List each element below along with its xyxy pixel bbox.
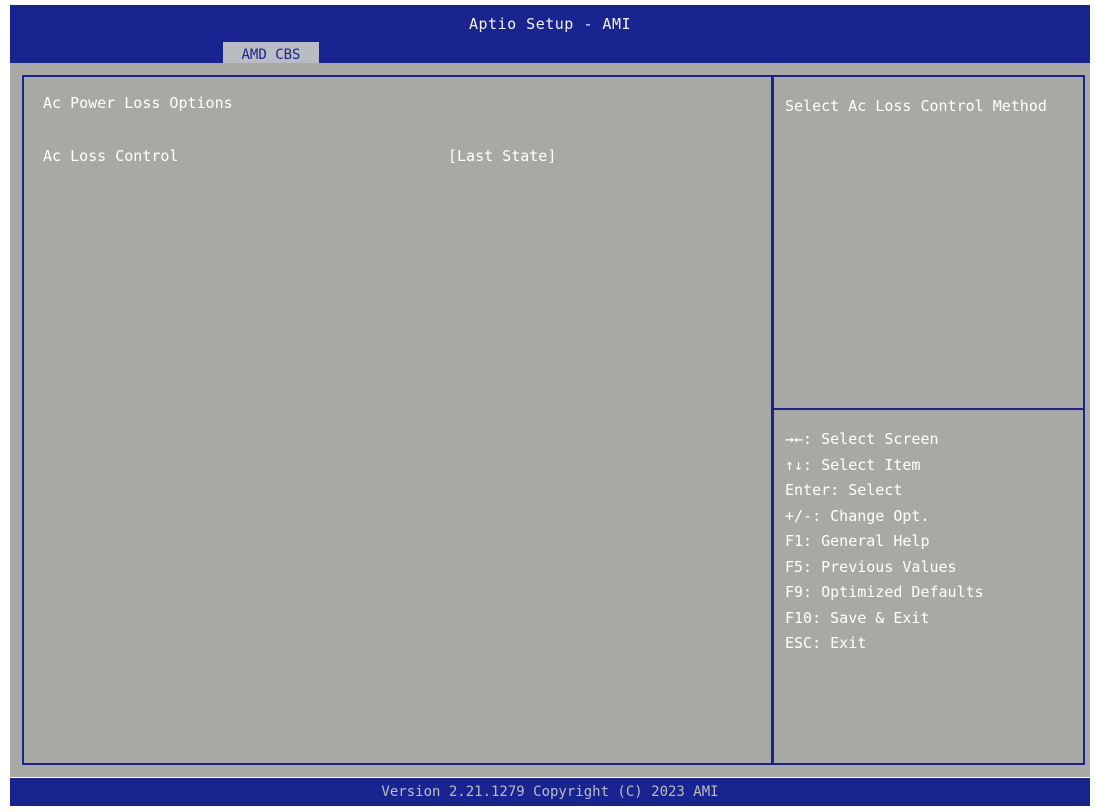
help-text: Select Ac Loss Control Method: [785, 97, 1047, 115]
title-bar: Aptio Setup - AMI AMD CBS: [10, 5, 1090, 68]
settings-panel: Ac Power Loss Options Ac Loss Control [L…: [22, 75, 773, 765]
setting-value[interactable]: [Last State]: [448, 147, 556, 165]
setting-label: Ac Loss Control: [43, 147, 179, 165]
main-frame: Ac Power Loss Options Ac Loss Control [L…: [10, 63, 1090, 777]
key-previous-values: F5: Previous Values: [785, 557, 957, 576]
key-legend: →←: Select Screen ↑↓: Select Item Enter:…: [785, 427, 1075, 657]
footer-bar: Version 2.21.1279 Copyright (C) 2023 AMI: [10, 778, 1090, 806]
key-select-screen: →←: Select Screen: [785, 430, 939, 448]
key-general-help: F1: General Help: [785, 532, 930, 550]
help-panel: Select Ac Loss Control Method →←: Select…: [772, 75, 1085, 765]
setting-ac-loss-control[interactable]: Ac Loss Control [Last State]: [43, 147, 743, 169]
bios-setup-screen: Aptio Setup - AMI AMD CBS Ac Power Loss …: [0, 0, 1095, 812]
key-enter-select: Enter: Select: [785, 481, 903, 499]
app-title: Aptio Setup - AMI: [468, 15, 632, 33]
section-title: Ac Power Loss Options: [43, 94, 233, 112]
help-divider: [774, 408, 1083, 410]
key-change-opt: +/-: Change Opt.: [785, 506, 930, 525]
key-save-exit: F10: Save & Exit: [785, 608, 930, 627]
key-optimized-defaults: F9: Optimized Defaults: [785, 583, 984, 601]
key-select-item: ↑↓: Select Item: [785, 455, 921, 474]
version-copyright: Version 2.21.1279 Copyright (C) 2023 AMI: [381, 784, 719, 800]
key-exit: ESC: Exit: [785, 634, 867, 652]
